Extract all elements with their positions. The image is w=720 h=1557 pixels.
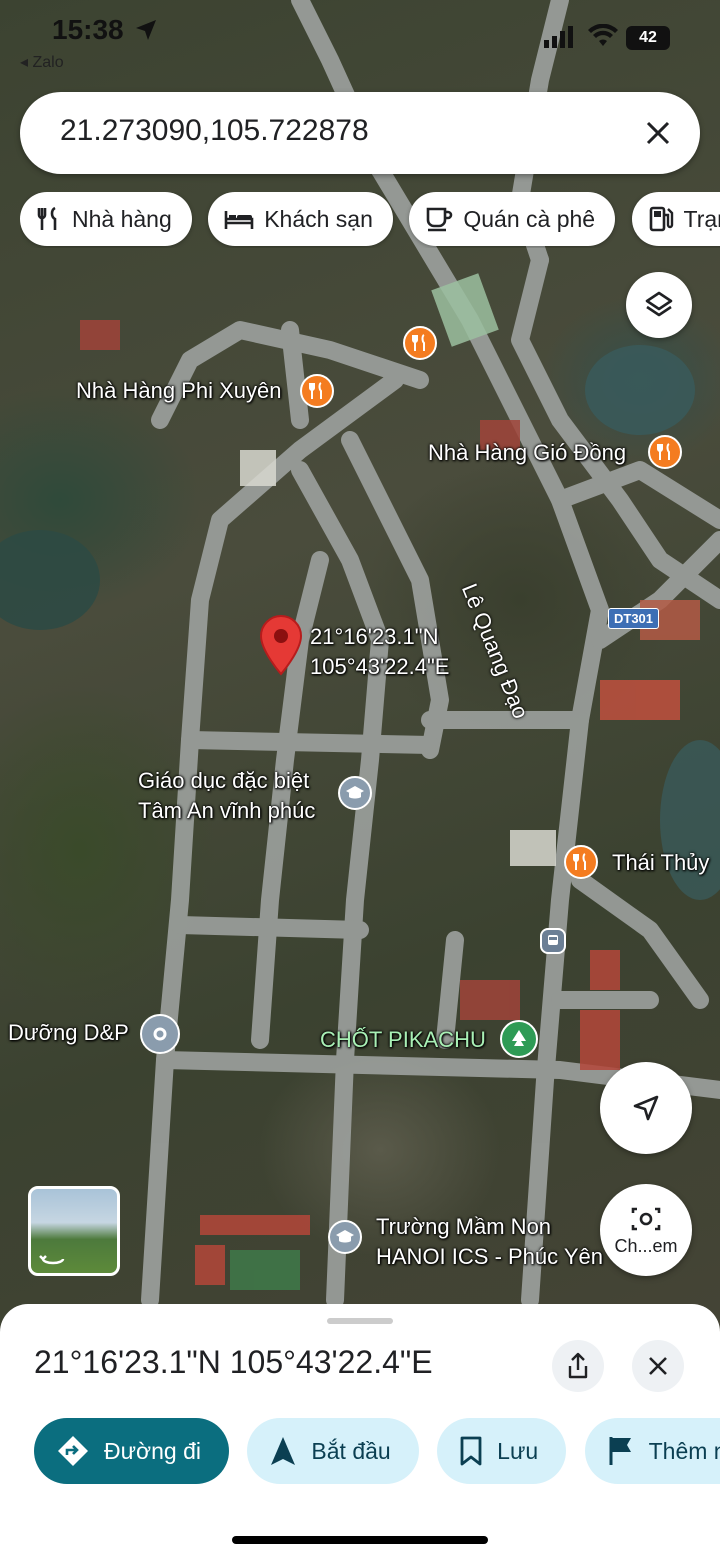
start-button[interactable]: Bắt đầu bbox=[247, 1418, 419, 1484]
close-icon bbox=[646, 121, 670, 145]
place-bottom-sheet[interactable]: 21°16'23.1"N 105°43'22.4"E Đường đi Bắt … bbox=[0, 1304, 720, 1557]
save-label: Lưu bbox=[497, 1437, 539, 1464]
add-label-label: Thêm nhãn bbox=[648, 1437, 720, 1464]
chip-hotels[interactable]: Khách sạn bbox=[208, 192, 393, 246]
status-bar: 15:38 ◂ Zalo 42 bbox=[0, 0, 720, 80]
location-pin-icon[interactable] bbox=[140, 1014, 180, 1054]
close-icon bbox=[649, 1357, 667, 1375]
close-sheet-button[interactable] bbox=[632, 1340, 684, 1392]
chip-label: Khách sạn bbox=[264, 205, 373, 232]
camera-search-label: Ch...em bbox=[614, 1235, 678, 1256]
location-arrow-icon bbox=[136, 20, 156, 40]
search-input[interactable]: 21.273090,105.722878 bbox=[60, 114, 369, 148]
dropped-pin-icon[interactable] bbox=[258, 614, 304, 678]
place-title: 21°16'23.1"N 105°43'22.4"E bbox=[34, 1344, 433, 1380]
directions-label: Đường đi bbox=[104, 1437, 201, 1464]
bus-stop-icon[interactable] bbox=[540, 928, 566, 954]
layers-button[interactable] bbox=[626, 272, 692, 338]
rotate-360-icon bbox=[39, 1255, 65, 1265]
park-tree-icon[interactable] bbox=[500, 1020, 538, 1058]
share-button[interactable] bbox=[552, 1340, 604, 1392]
place-label-mam-non-line1[interactable]: Trường Mầm Non bbox=[376, 1214, 551, 1240]
chip-restaurants[interactable]: Nhà hàng bbox=[20, 192, 192, 246]
place-label-pikachu[interactable]: CHỐT PIKACHU bbox=[320, 1027, 486, 1053]
place-label-duong-dp[interactable]: Dưỡng D&P bbox=[8, 1020, 129, 1046]
fork-knife-icon bbox=[37, 206, 57, 230]
status-time: 15:38 bbox=[52, 14, 124, 45]
camera-search-button[interactable]: Ch...em bbox=[600, 1184, 692, 1276]
drag-handle[interactable] bbox=[327, 1318, 393, 1324]
place-label-phi-xuyen[interactable]: Nhà Hàng Phi Xuyên bbox=[76, 378, 281, 404]
navigation-arrow-icon bbox=[633, 1095, 659, 1121]
restaurant-pin-icon[interactable] bbox=[300, 374, 334, 408]
school-pin-icon[interactable] bbox=[328, 1220, 362, 1254]
bed-icon bbox=[224, 211, 254, 229]
coffee-cup-icon bbox=[427, 207, 453, 232]
chip-label: Trạm bbox=[683, 205, 720, 232]
chip-cafes[interactable]: Quán cà phê bbox=[409, 192, 616, 246]
pin-coordinate-lat: 21°16'23.1"N bbox=[310, 624, 439, 649]
share-icon bbox=[568, 1352, 588, 1379]
road-shield: DT301 bbox=[608, 608, 660, 629]
school-pin-icon[interactable] bbox=[338, 776, 372, 810]
chip-gas-stations[interactable]: Trạm bbox=[631, 192, 720, 246]
back-to-app-link[interactable]: ◂ Zalo bbox=[20, 52, 64, 72]
restaurant-pin-icon[interactable] bbox=[648, 435, 682, 469]
place-label-giao-duc-line1[interactable]: Giáo dục đặc biệt bbox=[138, 768, 309, 794]
chip-label: Nhà hàng bbox=[72, 205, 172, 232]
navigation-arrow-icon bbox=[271, 1437, 296, 1465]
bookmark-icon bbox=[460, 1436, 482, 1466]
directions-button[interactable]: Đường đi bbox=[34, 1418, 229, 1484]
cellular-signal-icon bbox=[544, 26, 573, 48]
directions-icon bbox=[58, 1436, 88, 1466]
layers-icon bbox=[645, 291, 673, 317]
save-button[interactable]: Lưu bbox=[437, 1418, 567, 1484]
start-label: Bắt đầu bbox=[311, 1437, 391, 1464]
gas-station-icon bbox=[649, 206, 673, 232]
wifi-icon bbox=[588, 24, 618, 46]
place-label-thai-thuy[interactable]: Thái Thủy bbox=[612, 850, 709, 876]
chip-label: Quán cà phê bbox=[463, 205, 596, 232]
battery-indicator: 42 bbox=[626, 26, 670, 50]
restaurant-pin-icon[interactable] bbox=[403, 326, 437, 360]
add-label-button[interactable]: Thêm nhãn bbox=[584, 1418, 720, 1484]
place-label-giao-duc-line2[interactable]: Tâm An vĩnh phúc bbox=[138, 798, 315, 824]
place-label-mam-non-line2[interactable]: HANOI ICS - Phúc Yên bbox=[376, 1244, 603, 1270]
restaurant-pin-icon[interactable] bbox=[564, 845, 598, 879]
flag-icon bbox=[609, 1437, 631, 1465]
clear-search-button[interactable] bbox=[634, 109, 682, 157]
pin-coordinate-lng: 105°43'22.4"E bbox=[310, 654, 450, 679]
place-label-gio-dong[interactable]: Nhà Hàng Gió Đồng bbox=[428, 440, 626, 466]
search-bar[interactable]: 21.273090,105.722878 bbox=[20, 92, 700, 174]
action-buttons: Đường đi Bắt đầu Lưu Thêm nhãn bbox=[34, 1418, 720, 1486]
camera-icon bbox=[631, 1207, 661, 1230]
my-location-button[interactable] bbox=[600, 1062, 692, 1154]
category-chips: Nhà hàng Khách sạn Quán cà phê Trạm bbox=[20, 192, 720, 248]
street-view-thumbnail[interactable] bbox=[28, 1186, 120, 1276]
home-indicator[interactable] bbox=[232, 1536, 488, 1544]
